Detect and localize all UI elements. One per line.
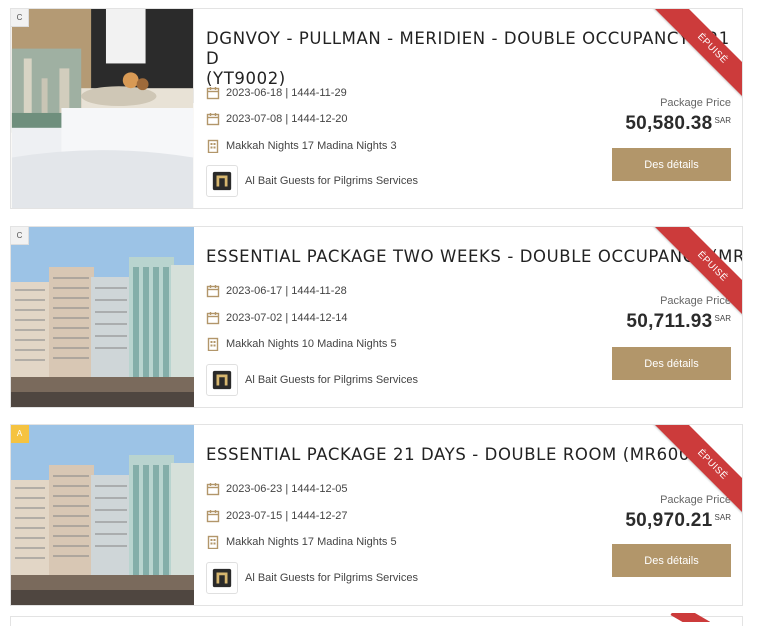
calendar-icon: [206, 311, 220, 325]
return-date: 2023-07-15 | 1444-12-27: [206, 507, 348, 525]
calendar-icon: [206, 112, 220, 126]
package-card[interactable]: C ESSENTIAL PACKAGE TWO WEEKS - DOUBLE O…: [10, 226, 743, 408]
hotel-room-service-photo: [11, 9, 194, 208]
category-badge: C: [11, 227, 29, 245]
building-icon: [206, 535, 220, 549]
sold-out-ribbon: ÉPUISÉ: [642, 227, 742, 327]
building-icon: [206, 337, 220, 351]
calendar-icon: [206, 86, 220, 100]
calendar-icon: [206, 509, 220, 523]
hotel-towers-photo: [11, 227, 194, 407]
return-date: 2023-07-02 | 1444-12-14: [206, 309, 348, 327]
hotel-towers-photo: [11, 425, 194, 605]
package-price: 50,580.38: [625, 113, 713, 134]
nights-info: Makkah Nights 17 Madina Nights 3: [206, 137, 397, 155]
sold-out-ribbon: ÉPUISÉ: [642, 425, 742, 525]
package-image[interactable]: [11, 227, 194, 407]
package-image[interactable]: [11, 425, 194, 605]
details-button[interactable]: Des détails: [612, 544, 731, 577]
category-badge: A: [11, 425, 29, 443]
package-card-partial[interactable]: [10, 616, 743, 626]
agency-info[interactable]: Al Bait Guests for Pilgrims Services: [206, 165, 418, 197]
sold-out-ribbon: ÉPUISÉ: [642, 9, 742, 109]
nights-info: Makkah Nights 17 Madina Nights 5: [206, 533, 397, 551]
sold-out-ribbon-partial: [650, 613, 710, 622]
details-button[interactable]: Des détails: [612, 148, 731, 181]
agency-logo: [206, 562, 238, 594]
agency-info[interactable]: Al Bait Guests for Pilgrims Services: [206, 562, 418, 594]
departure-date: 2023-06-18 | 1444-11-29: [206, 84, 347, 102]
package-image[interactable]: [11, 9, 194, 208]
calendar-icon: [206, 482, 220, 496]
category-badge: C: [11, 9, 29, 27]
agency-logo: [206, 165, 238, 197]
nights-info: Makkah Nights 10 Madina Nights 5: [206, 335, 397, 353]
agency-logo: [206, 364, 238, 396]
departure-date: 2023-06-17 | 1444-11-28: [206, 282, 347, 300]
package-card[interactable]: A ESSENTIAL PACKAGE 21 DAYS - DOUBLE ROO…: [10, 424, 743, 606]
calendar-icon: [206, 284, 220, 298]
agency-info[interactable]: Al Bait Guests for Pilgrims Services: [206, 364, 418, 396]
return-date: 2023-07-08 | 1444-12-20: [206, 110, 348, 128]
package-card[interactable]: C DGNVOY - PULLMAN - MERIDIEN - DOUBLE O…: [10, 8, 743, 209]
details-button[interactable]: Des détails: [612, 347, 731, 380]
departure-date: 2023-06-23 | 1444-12-05: [206, 480, 348, 498]
currency: SAR: [714, 116, 731, 125]
building-icon: [206, 139, 220, 153]
